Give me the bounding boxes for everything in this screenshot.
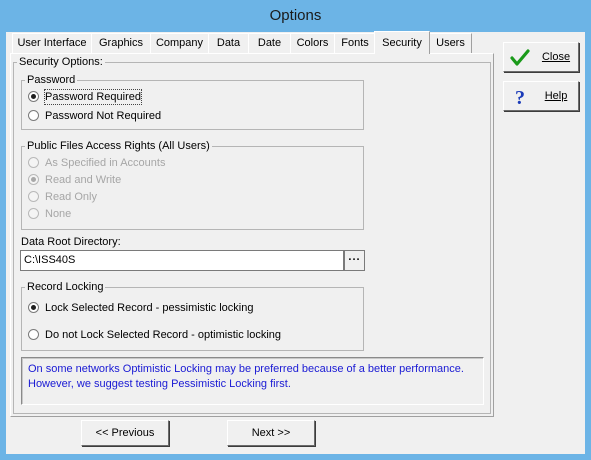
no-lock-record-label: Do not Lock Selected Record - optimistic… xyxy=(45,329,281,341)
lock-record-label: Lock Selected Record - pessimistic locki… xyxy=(45,302,254,314)
security-options-group: Security Options: Password Password Requ… xyxy=(13,56,491,414)
close-button[interactable]: Close xyxy=(503,42,579,72)
record-locking-group: Record Locking Lock Selected Record - pe… xyxy=(21,281,364,351)
security-options-label: Security Options: xyxy=(17,56,105,69)
tab-security[interactable]: Security xyxy=(374,31,430,54)
data-root-input[interactable]: C:\ISS40S xyxy=(20,250,344,271)
svg-text:?: ? xyxy=(515,87,525,107)
public-files-group: Public Files Access Rights (All Users) A… xyxy=(21,140,364,230)
record-locking-group-label: Record Locking xyxy=(25,281,106,294)
access-as-accounts-label: As Specified in Accounts xyxy=(45,157,166,169)
radio-dot xyxy=(28,174,39,185)
radio-dot xyxy=(28,208,39,219)
window-title: Options xyxy=(269,7,322,24)
radio-dot xyxy=(28,302,39,313)
security-tab-panel: Security Options: Password Password Requ… xyxy=(10,53,494,417)
tab-data[interactable]: Data xyxy=(208,33,249,53)
tab-colors[interactable]: Colors xyxy=(290,33,335,53)
locking-info-text: On some networks Optimistic Locking may … xyxy=(21,357,484,405)
password-required-label: Password Required xyxy=(44,89,142,105)
access-none-label: None xyxy=(45,208,72,220)
radio-dot xyxy=(28,157,39,168)
tab-user-interface[interactable]: User Interface xyxy=(12,33,92,53)
radio-dot xyxy=(28,91,39,102)
options-window: Options User Interface Graphics Company … xyxy=(0,0,591,460)
help-button-label: Help xyxy=(544,90,568,102)
public-files-group-label: Public Files Access Rights (All Users) xyxy=(25,140,212,153)
tab-graphics[interactable]: Graphics xyxy=(91,33,151,53)
next-button[interactable]: Next >> xyxy=(227,420,315,446)
dialog-client-area: User Interface Graphics Company Data Dat… xyxy=(6,31,585,454)
access-read-write-label: Read and Write xyxy=(45,174,122,186)
checkmark-icon xyxy=(510,49,530,66)
password-not-required-label: Password Not Required xyxy=(45,110,162,122)
radio-dot xyxy=(28,110,39,121)
previous-button[interactable]: << Previous xyxy=(81,420,169,446)
password-group-label: Password xyxy=(25,74,78,87)
access-read-only-label: Read Only xyxy=(45,191,97,203)
tab-company[interactable]: Company xyxy=(150,33,209,53)
help-button[interactable]: ? Help xyxy=(503,81,579,111)
radio-dot xyxy=(28,329,39,340)
tab-users[interactable]: Users xyxy=(429,33,472,53)
question-mark-icon: ? xyxy=(515,87,525,107)
radio-dot xyxy=(28,191,39,202)
browse-button[interactable]: ... xyxy=(344,250,365,271)
close-button-label: Close xyxy=(541,51,571,63)
data-root-label: Data Root Directory: xyxy=(21,236,121,248)
tab-fonts[interactable]: Fonts xyxy=(334,33,376,53)
tab-date[interactable]: Date xyxy=(248,33,291,53)
password-group: Password Password Required Password Not … xyxy=(21,74,364,130)
